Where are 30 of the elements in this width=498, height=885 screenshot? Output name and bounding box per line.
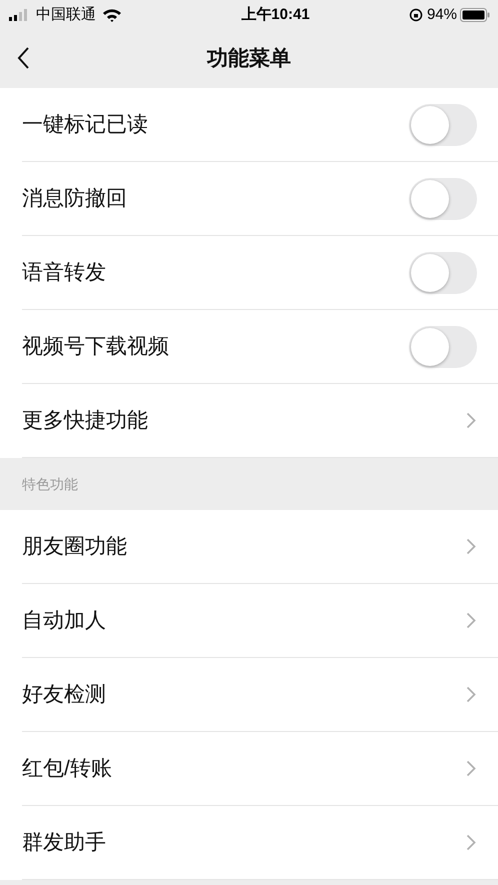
chevron-icon <box>466 686 476 703</box>
rotation-lock-icon <box>408 8 423 22</box>
menu-item-label[interactable]: 群发助手 <box>22 826 466 858</box>
menu-item-label[interactable]: 视频号下载视频 <box>22 330 409 362</box>
clock-time: 上午10:41 <box>241 4 310 25</box>
menu-item-label[interactable]: 朋友圈功能 <box>22 530 466 562</box>
menu-item-label[interactable]: 自动加人 <box>22 604 466 636</box>
menu-item-label[interactable]: 消息防撤回 <box>22 182 409 214</box>
menu-item-label[interactable]: 好友检测 <box>22 678 466 710</box>
menu-item-label[interactable]: 语音转发 <box>22 256 409 288</box>
chevron-icon <box>466 412 476 429</box>
chevron-icon <box>466 834 476 851</box>
toggle-switch[interactable] <box>409 252 477 294</box>
menu-item-label[interactable]: 一键标记已读 <box>22 108 409 140</box>
toggle-switch[interactable] <box>409 178 477 220</box>
signal-icon <box>8 9 30 21</box>
chevron-icon <box>466 612 476 629</box>
toggle-switch[interactable] <box>409 104 477 146</box>
menu-item-label[interactable]: 红包/转账 <box>22 752 466 784</box>
back-icon <box>16 46 30 70</box>
toggle-switch[interactable] <box>409 326 477 368</box>
battery-icon <box>460 8 490 22</box>
battery-percent: 94% <box>426 4 457 25</box>
page-title: 功能菜单 <box>207 46 291 72</box>
section-header: 特色功能 <box>22 474 78 494</box>
chevron-icon <box>466 760 476 777</box>
chevron-icon <box>466 538 476 555</box>
menu-item-label[interactable]: 更多快捷功能 <box>22 404 466 436</box>
carrier-name: 中国联通 <box>36 4 96 25</box>
wifi-icon <box>102 8 122 22</box>
